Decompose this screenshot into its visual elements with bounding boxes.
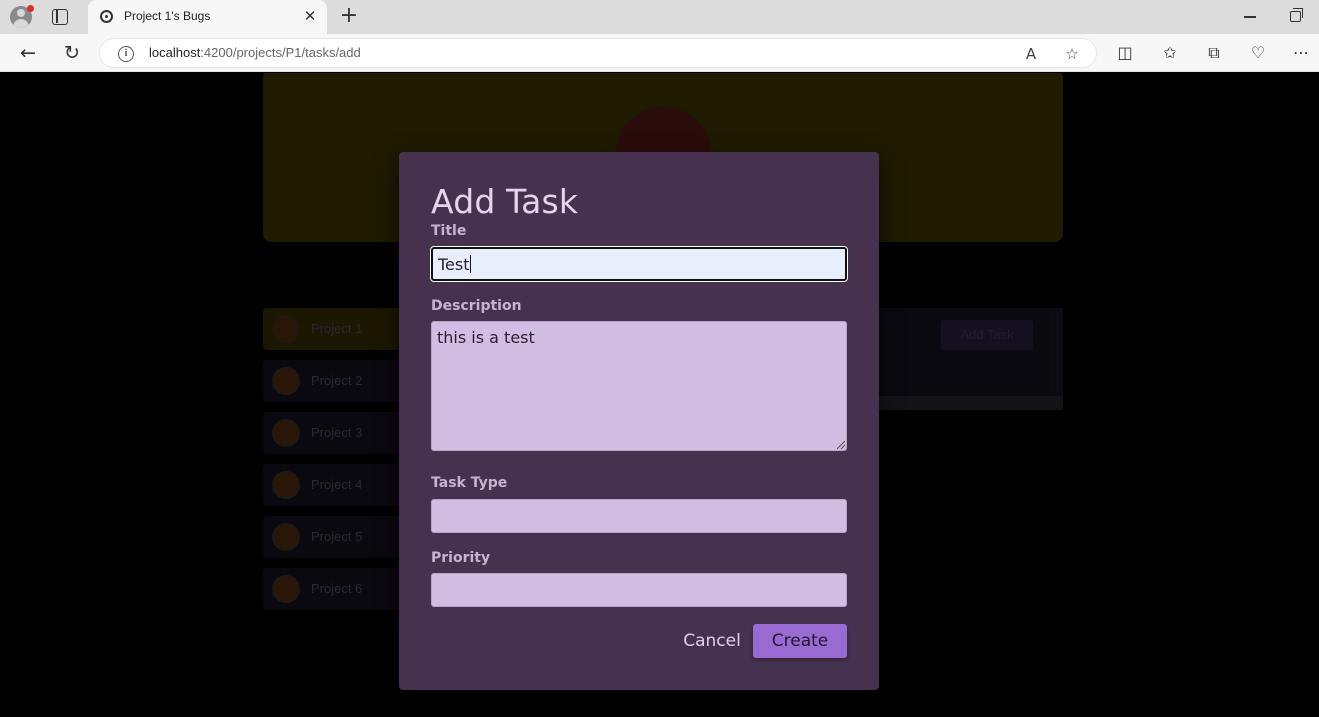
- tab-favicon-icon: [100, 10, 113, 23]
- split-screen-icon[interactable]: ◫: [1115, 43, 1135, 63]
- add-task-button[interactable]: Add Task: [941, 320, 1033, 350]
- browser-toolbar: ← ↻ i localhost:4200/projects/P1/tasks/a…: [0, 34, 1319, 72]
- resize-handle-icon[interactable]: [837, 441, 845, 449]
- project-avatar-icon: [272, 419, 300, 447]
- project-avatar-icon: [272, 523, 300, 551]
- collections-icon[interactable]: ⧉: [1204, 43, 1224, 63]
- dialog-title: Add Task: [431, 182, 579, 221]
- project-label: Project 6: [311, 581, 363, 596]
- project-avatar-icon: [272, 367, 300, 395]
- project-label: Project 3: [311, 425, 363, 440]
- project-label: Project 4: [311, 477, 363, 492]
- description-label: Description: [431, 298, 522, 314]
- priority-input[interactable]: [431, 573, 847, 607]
- description-textarea[interactable]: this is a test: [431, 321, 847, 451]
- task-type-input[interactable]: [431, 499, 847, 533]
- window-restore-icon[interactable]: [1290, 8, 1303, 22]
- browser-essentials-icon[interactable]: ♡: [1248, 43, 1268, 63]
- tab-close-icon[interactable]: ✕: [301, 7, 319, 25]
- project-label: Project 2: [311, 373, 363, 388]
- project-label: Project 1: [311, 321, 363, 336]
- tab-actions-icon[interactable]: [52, 9, 68, 25]
- add-task-dialog: Add Task Title Test Description this is …: [399, 152, 879, 690]
- browser-tab-active[interactable]: Project 1's Bugs ✕: [88, 0, 327, 34]
- horizontal-scrollbar[interactable]: [879, 396, 1063, 410]
- reload-icon[interactable]: ↻: [60, 41, 84, 65]
- window-minimize-icon[interactable]: [1244, 16, 1256, 18]
- title-label: Title: [431, 223, 467, 239]
- back-icon[interactable]: ←: [16, 41, 40, 65]
- priority-label: Priority: [431, 550, 491, 566]
- text-caret: [469, 255, 471, 273]
- more-menu-icon[interactable]: ⋯: [1291, 43, 1311, 63]
- create-button[interactable]: Create: [753, 624, 847, 658]
- favorites-icon[interactable]: ✩: [1160, 43, 1180, 63]
- project-avatar-icon: [272, 471, 300, 499]
- project-avatar-icon: [272, 575, 300, 603]
- url-text: localhost:4200/projects/P1/tasks/add: [149, 45, 361, 60]
- cancel-button[interactable]: Cancel: [679, 624, 745, 658]
- task-type-label: Task Type: [431, 475, 508, 491]
- title-input[interactable]: Test: [430, 246, 848, 282]
- site-info-icon[interactable]: i: [118, 46, 134, 62]
- favorite-star-icon[interactable]: ☆: [1062, 44, 1082, 64]
- address-bar[interactable]: i localhost:4200/projects/P1/tasks/add A…: [99, 38, 1097, 68]
- project-label: Project 5: [311, 529, 363, 544]
- notification-dot: [27, 5, 34, 12]
- new-tab-icon[interactable]: +: [339, 5, 359, 27]
- tasks-panel: Add Task: [879, 308, 1063, 410]
- project-avatar-icon: [272, 315, 300, 343]
- read-aloud-icon[interactable]: A: [1021, 44, 1041, 64]
- browser-tab-bar: Project 1's Bugs ✕ +: [0, 0, 1319, 34]
- vertical-scrollbar[interactable]: [1049, 308, 1063, 396]
- tab-title: Project 1's Bugs: [124, 9, 211, 23]
